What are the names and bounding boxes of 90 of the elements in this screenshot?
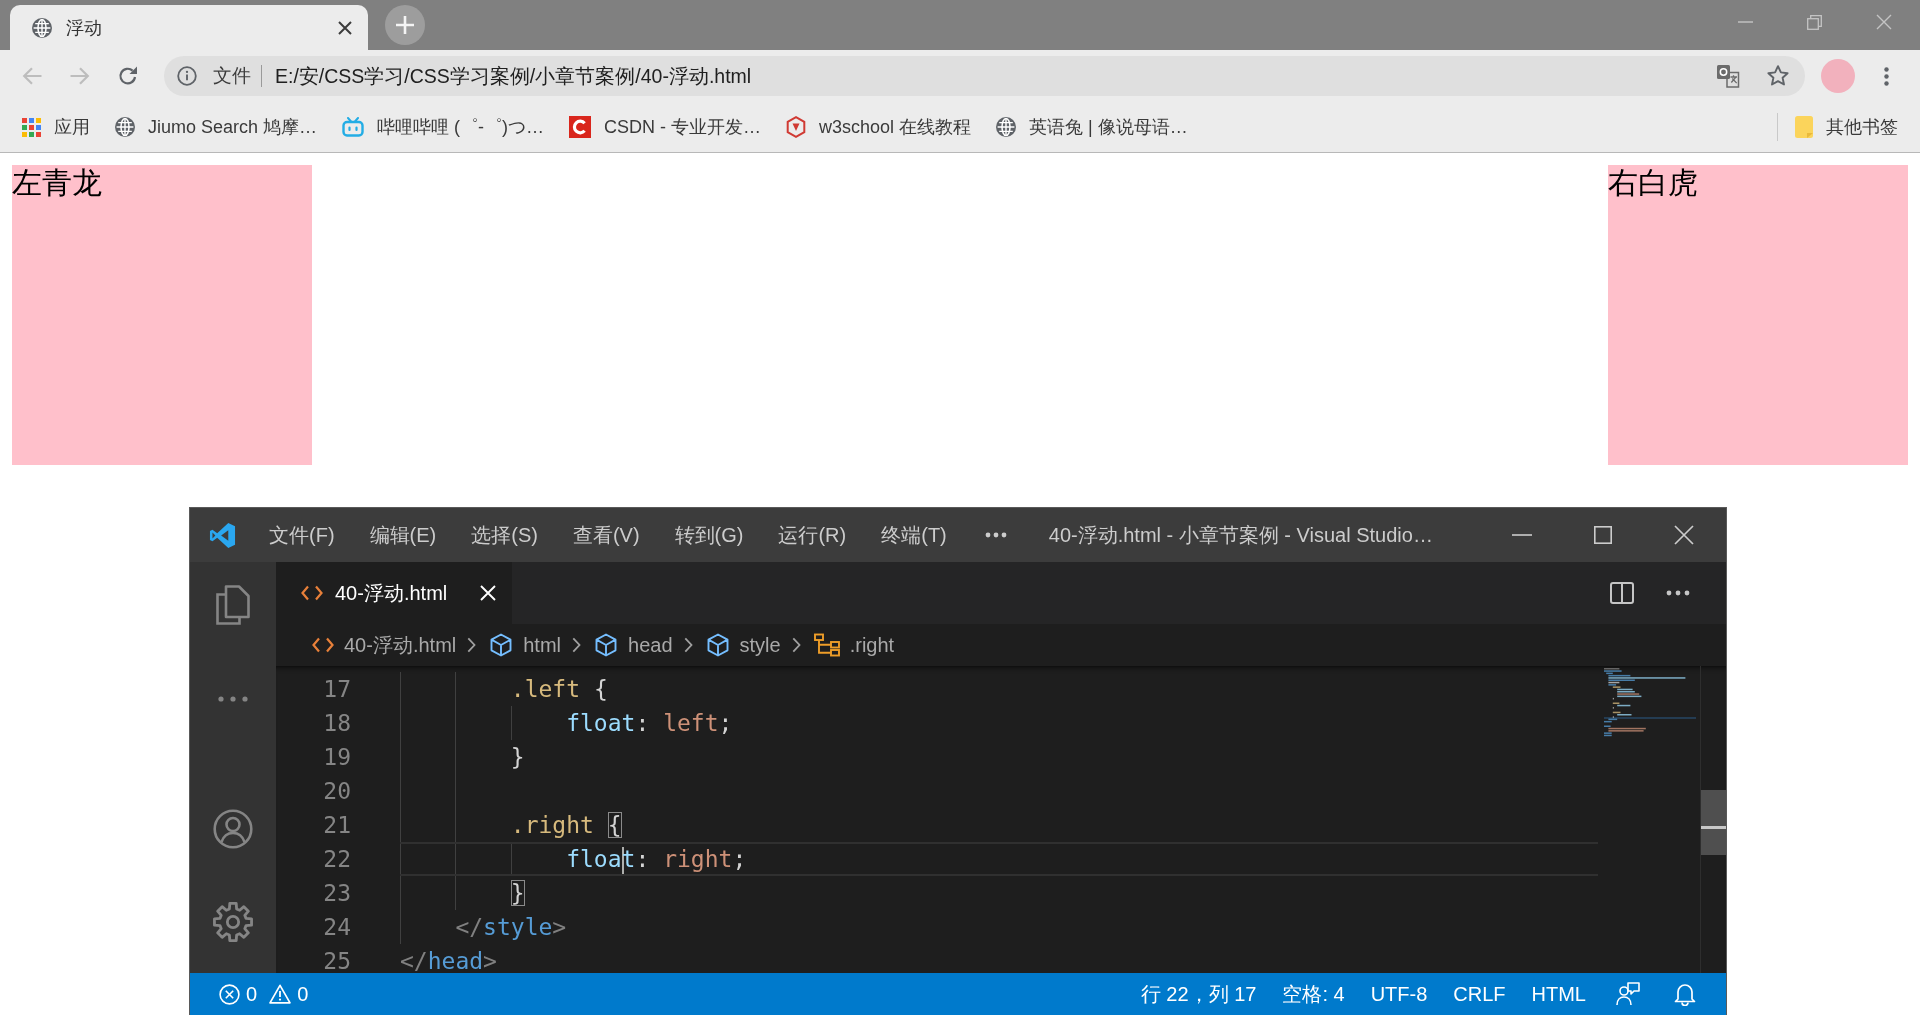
breadcrumb-item[interactable]: 40-浮动.html	[312, 631, 457, 659]
more-icon[interactable]	[1666, 590, 1690, 596]
line-number: 23	[323, 880, 351, 906]
address-bar[interactable]: 文件 E:/安/CSS学习/CSS学习案例/小章节案例/40-浮动.html	[164, 56, 1805, 96]
breadcrumb-item[interactable]: style	[705, 633, 781, 657]
warning-icon	[269, 984, 292, 1004]
menu-icon[interactable]	[1884, 66, 1889, 86]
chevron-icon	[683, 637, 693, 653]
code-line: }	[510, 880, 525, 906]
problems-status[interactable]: 0 0	[219, 982, 309, 1006]
menu-item[interactable]: 终端(T)	[881, 521, 947, 549]
settings-icon[interactable]	[213, 902, 253, 942]
apps-grid-icon	[22, 117, 41, 137]
feedback-icon[interactable]	[1616, 982, 1640, 1006]
bell-icon[interactable]	[1674, 982, 1696, 1006]
bookmark[interactable]: 应用	[22, 115, 90, 139]
arc-tile-icon	[569, 116, 592, 138]
new-tab-icon[interactable]	[385, 5, 425, 45]
account-icon[interactable]	[213, 809, 253, 849]
close-icon[interactable]	[338, 20, 352, 35]
line-number: 22	[323, 846, 351, 872]
cube-icon	[594, 633, 619, 657]
error-icon	[219, 983, 240, 1005]
more-icon[interactable]	[984, 532, 1007, 538]
menu-item[interactable]: 转到(G)	[674, 521, 744, 549]
menu-item[interactable]: 选择(S)	[471, 521, 538, 549]
tv-icon	[342, 117, 365, 137]
line-number: 19	[323, 744, 351, 770]
code-file-icon	[312, 637, 334, 653]
page-info-label[interactable]: 文件	[213, 63, 251, 89]
url-text[interactable]: E:/安/CSS学习/CSS学习案例/小章节案例/40-浮动.html	[275, 62, 752, 90]
breadcrumb-item[interactable]: html	[489, 633, 562, 657]
folder-icon	[1795, 116, 1813, 138]
chevron-icon	[572, 637, 582, 653]
cube-icon	[489, 633, 514, 657]
info-icon[interactable]	[177, 66, 197, 86]
box-label: 左青龙	[12, 165, 102, 201]
line-number: 24	[323, 914, 351, 940]
bookmark[interactable]: 哔哩哔哩 (゜-゜)つ…	[342, 115, 545, 139]
code-line: .right {	[510, 812, 622, 838]
indent-guide	[510, 706, 512, 740]
hexagon-icon	[786, 116, 807, 138]
menu-item[interactable]: 文件(F)	[269, 521, 335, 549]
bookmark[interactable]: w3school 在线教程	[786, 115, 972, 139]
globe-icon	[115, 117, 135, 137]
editor-tab[interactable]: 40-浮动.html	[276, 562, 512, 624]
menu-item[interactable]: 编辑(E)	[369, 521, 437, 549]
breadcrumb-item[interactable]: head	[594, 633, 673, 657]
indent-guide	[510, 842, 512, 876]
menu-item[interactable]: 查看(V)	[572, 521, 640, 549]
bookmark[interactable]: 英语兔 | 像说母语…	[996, 115, 1188, 139]
star-icon[interactable]	[1766, 64, 1790, 88]
code-line: </head>	[400, 948, 497, 973]
code-line: float: left;	[566, 710, 733, 736]
files-icon[interactable]	[216, 585, 250, 625]
bookmark[interactable]: CSDN - 专业开发…	[569, 115, 762, 139]
menu-item[interactable]: 运行(R)	[778, 521, 847, 549]
chevron-icon	[791, 637, 801, 653]
structure-icon	[813, 633, 840, 657]
status-item[interactable]: CRLF	[1453, 982, 1506, 1006]
line-number: 21	[323, 812, 351, 838]
minimap-drawing[interactable]	[1604, 668, 1696, 737]
status-item[interactable]: 行 22，列 17	[1140, 980, 1257, 1008]
line-number: 20	[323, 778, 351, 804]
globe-icon	[996, 117, 1017, 137]
reload-icon[interactable]	[118, 66, 138, 86]
line-number: 17	[323, 676, 351, 702]
browser-tab[interactable]: 浮动	[10, 5, 368, 50]
chevron-icon	[467, 637, 477, 653]
status-item[interactable]: UTF-8	[1370, 982, 1428, 1006]
globe-icon	[32, 17, 52, 38]
line-number: 18	[323, 710, 351, 736]
maximize-icon[interactable]	[1594, 526, 1612, 544]
status-item[interactable]: 空格: 4	[1282, 980, 1345, 1008]
split-editor-icon[interactable]	[1610, 582, 1634, 604]
breadcrumb-item[interactable]: .right	[813, 633, 895, 657]
bookmark[interactable]: Jiumo Search 鸠摩…	[115, 115, 318, 139]
window-title: 40-浮动.html - 小章节案例 - Visual Studio…	[1048, 522, 1433, 548]
code-line: .left {	[510, 676, 608, 702]
bookmark-folder[interactable]: 其他书签	[1795, 115, 1898, 139]
box-label: 右白虎	[1608, 165, 1698, 201]
cube-icon	[705, 633, 730, 657]
code-file-icon	[301, 585, 323, 601]
app-logo-icon	[209, 521, 236, 549]
scrollbar-thumb[interactable]	[1701, 790, 1726, 855]
line-number: 25	[323, 948, 351, 973]
status-item[interactable]: HTML	[1531, 982, 1586, 1006]
translate-icon[interactable]	[1716, 64, 1740, 88]
code-line: }	[510, 744, 525, 770]
code-line: </style>	[455, 914, 567, 940]
